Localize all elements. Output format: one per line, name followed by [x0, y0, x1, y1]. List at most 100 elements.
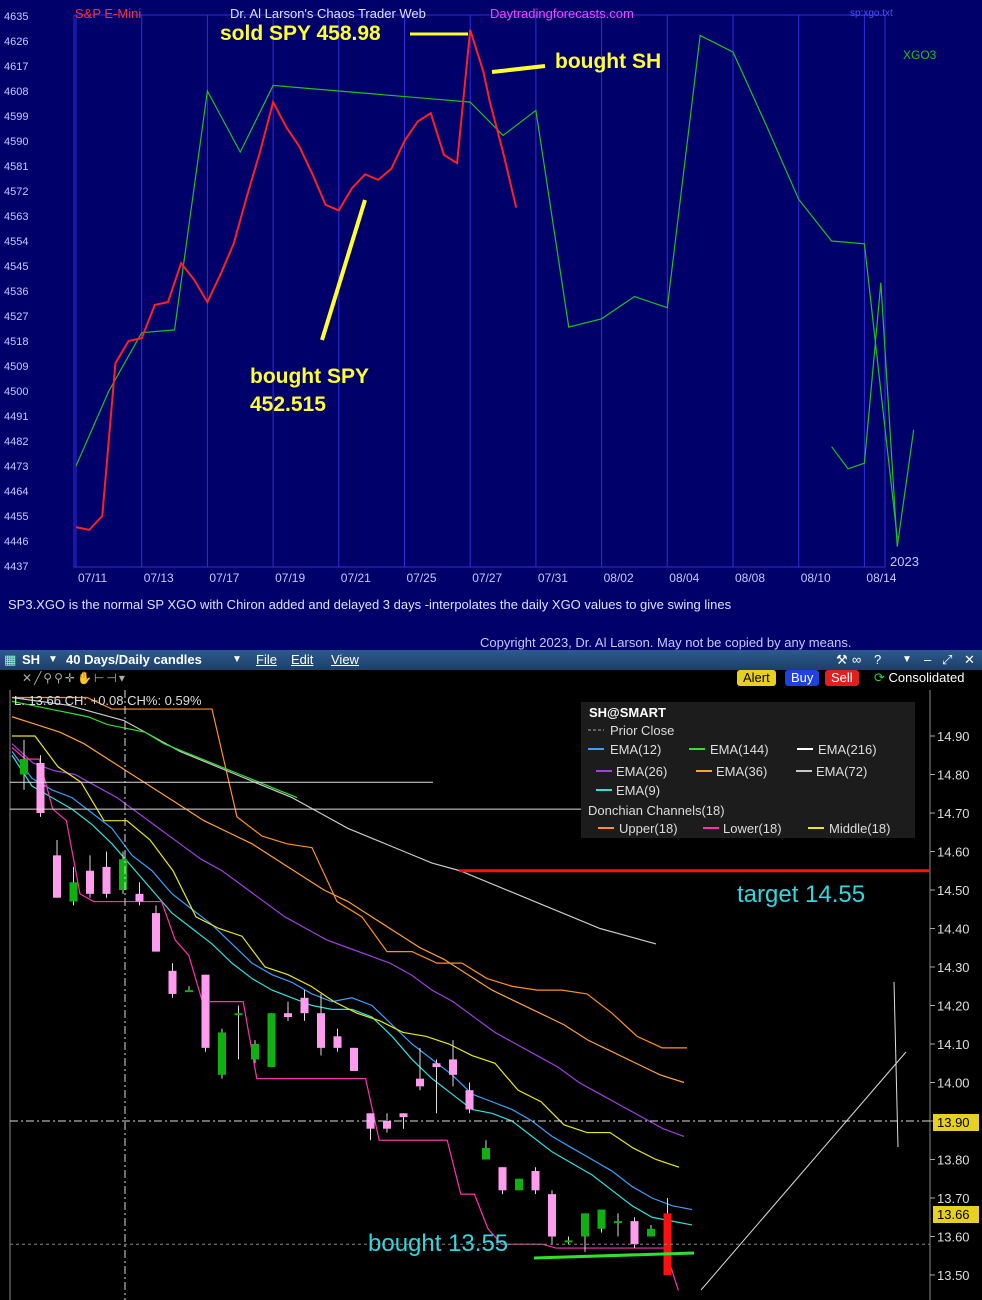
- legend-ema9: EMA(9): [616, 783, 660, 798]
- y-tick-label: 14.60: [937, 845, 970, 860]
- top-y-tick-label: 4563: [4, 211, 28, 223]
- candle-body: [416, 1078, 424, 1087]
- y-tick-label: 14.70: [937, 806, 970, 821]
- candle-body: [597, 1209, 606, 1229]
- legend-donchian: Donchian Channels(18): [588, 803, 725, 818]
- top-chart-svg: 4635 4626 4617 4608 4599 4590 4581 4572 4563 4554…: [4, 6, 937, 650]
- top-y-tick-label: 4626: [4, 36, 28, 48]
- top-x-tick-label: 07/25: [407, 571, 437, 585]
- top-grid: [73, 14, 886, 568]
- candle-body: [69, 882, 78, 902]
- candle-body: [647, 1228, 655, 1237]
- top-header-right: sp:xgo.txt: [850, 8, 893, 19]
- candle-body: [152, 913, 160, 952]
- legend-ema12: EMA(12): [610, 742, 661, 757]
- top-x-tick-label: 07/27: [472, 571, 502, 585]
- y-tick-label: 14.40: [937, 922, 970, 937]
- candle-body: [432, 1063, 441, 1068]
- legend-ema216: EMA(216): [818, 742, 877, 757]
- y-tick-label: 14.80: [937, 768, 970, 783]
- top-y-tick-label: 4590: [4, 136, 28, 148]
- candle-body: [317, 1013, 325, 1048]
- top-plot-frame: [73, 14, 886, 568]
- bought-sh-annotation: bought SH: [555, 50, 661, 73]
- reference-lines: [10, 781, 930, 1245]
- projection-up-line: [700, 1051, 907, 1291]
- y-tick-label: 14.20: [937, 999, 970, 1014]
- top-x-tick-label: 07/19: [275, 571, 305, 585]
- y-tick-label: 13.60: [937, 1230, 970, 1245]
- top-y-tick-label: 4500: [4, 386, 28, 398]
- top-y-tick-label: 4473: [4, 461, 28, 473]
- last-price-tag-text: 13.66: [937, 1207, 970, 1222]
- candle-body: [581, 1213, 589, 1237]
- candle-body: [531, 1171, 540, 1191]
- copyright: Copyright 2023, Dr. Al Larson. May not b…: [480, 635, 851, 650]
- legend-lower: Lower(18): [723, 821, 782, 836]
- top-y-tick-label: 4491: [4, 411, 28, 423]
- top-y-tick-label: 4608: [4, 86, 28, 98]
- top-x-tick-label: 08/14: [866, 571, 896, 585]
- year-label: 2023: [890, 554, 919, 569]
- top-y-tick-label: 4536: [4, 286, 28, 298]
- candle-body: [498, 1167, 507, 1191]
- candle-body: [86, 870, 94, 894]
- candle-body: [284, 1013, 292, 1018]
- legend-ema36: EMA(36): [716, 764, 767, 779]
- top-x-tick-label: 07/11: [78, 571, 107, 585]
- candle-body: [383, 1121, 391, 1129]
- bought-spy-arrow-line: [320, 199, 367, 341]
- top-y-tick-label: 4617: [4, 61, 28, 73]
- candle-body: [350, 1047, 358, 1071]
- candle-body: [564, 1240, 573, 1243]
- top-y-tick-label: 4446: [4, 536, 28, 548]
- candle-body: [234, 1013, 243, 1016]
- top-y-tick-label: 4437: [4, 561, 28, 573]
- bought-spy-annotation-line1: bought SPY: [250, 365, 369, 388]
- candle-body: [399, 1113, 408, 1118]
- candle-body: [300, 997, 309, 1014]
- level-price-tag-text: 13.90: [937, 1115, 970, 1130]
- top-x-tick-label: 07/21: [341, 571, 371, 585]
- candle-body: [548, 1194, 556, 1237]
- legend-prior-close: Prior Close: [610, 723, 674, 738]
- candle-body: [614, 1221, 622, 1224]
- bottom-chart-panel: ▦ SH ▼ 40 Days/Daily candles ▼ File Edit…: [0, 650, 982, 1300]
- top-y-tick-label: 4554: [4, 236, 28, 248]
- legend-ema144: EMA(144): [710, 742, 769, 757]
- candle-body: [630, 1221, 639, 1245]
- candle-body: [119, 859, 127, 890]
- candle-body: [482, 1147, 490, 1160]
- top-y-tick-label: 4455: [4, 511, 28, 523]
- candle-body: [267, 1013, 276, 1068]
- legend-middle: Middle(18): [829, 821, 890, 836]
- top-series-group: [75, 29, 915, 547]
- top-y-tick-label: 4464: [4, 486, 28, 498]
- top-y-tick-label: 4545: [4, 261, 28, 273]
- bottom-chart-svg: 14.90 14.80 14.70 14.60 14.50 14.40 14.30 14.20…: [9, 690, 979, 1300]
- candle-body: [251, 1044, 259, 1060]
- candle-body: [36, 762, 45, 813]
- top-y-axis-labels: 4635 4626 4617 4608 4599 4590 4581 4572 4563 4554…: [4, 11, 28, 573]
- bought-sh-arrow-line: [491, 64, 546, 74]
- legend-ema26: EMA(26): [616, 764, 667, 779]
- candle-body: [20, 759, 28, 775]
- top-x-tick-label: 08/10: [801, 571, 831, 585]
- top-header-center: Dr. Al Larson's Chaos Trader Web: [230, 6, 426, 21]
- target-annotation: target 14.55: [737, 881, 865, 908]
- legend-box: SH@SMART Prior Close EMA(12) EMA(144) EM…: [581, 702, 915, 838]
- top-y-tick-label: 4509: [4, 361, 28, 373]
- top-x-tick-label: 07/13: [144, 571, 174, 585]
- candle-body: [465, 1090, 474, 1110]
- legend-title: SH@SMART: [589, 705, 666, 720]
- top-x-tick-label: 08/04: [669, 571, 699, 585]
- y-tick-label: 14.90: [937, 729, 970, 744]
- y-tick-label: 13.50: [937, 1268, 970, 1283]
- top-y-tick-label: 4518: [4, 336, 28, 348]
- top-header-left: S&P E-Mini: [75, 6, 141, 21]
- bought-annotation: bought 13.55: [368, 1230, 508, 1257]
- top-y-tick-label: 4527: [4, 311, 28, 323]
- candle-body: [102, 866, 111, 894]
- footer-note: SP3.XGO is the normal SP XGO with Chiron…: [8, 597, 732, 612]
- top-y-tick-label: 4572: [4, 186, 28, 198]
